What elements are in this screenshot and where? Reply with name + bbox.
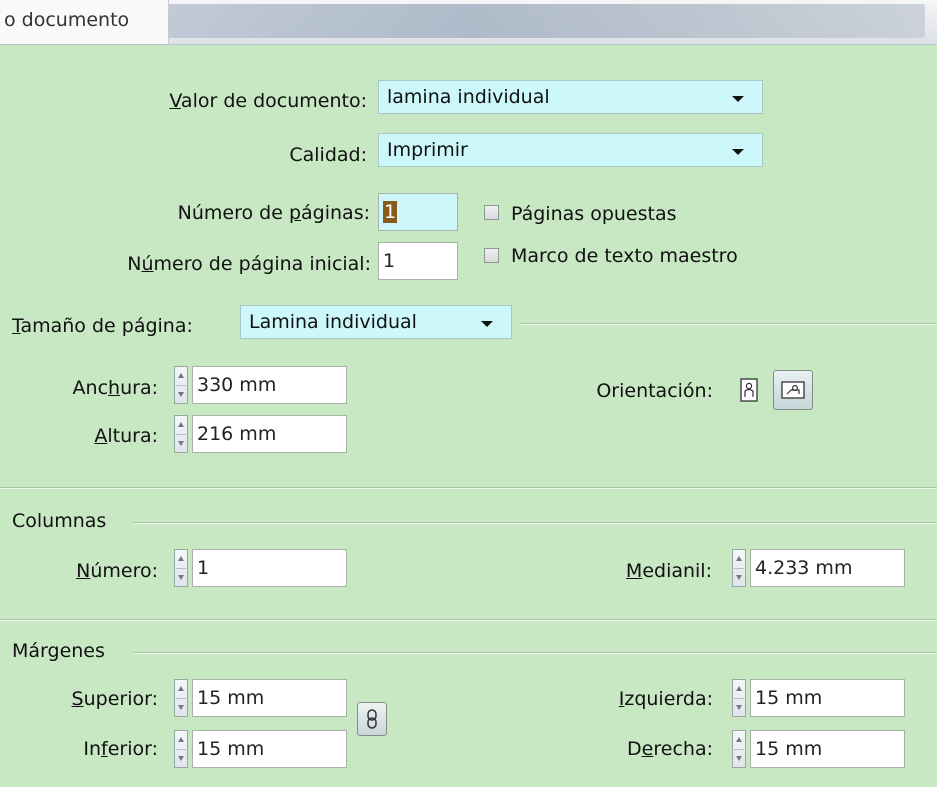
start-page-label-part1: N <box>127 253 142 275</box>
page-size-dropdown[interactable]: Lamina individual <box>240 305 512 339</box>
preset-label-accel: V <box>169 90 181 112</box>
portrait-icon <box>740 378 758 402</box>
chevron-down-icon[interactable] <box>481 321 493 327</box>
gutter-label-rest: edianil: <box>642 560 712 582</box>
quality-value: Imprimir <box>387 139 468 161</box>
columns-divider <box>0 487 937 489</box>
width-input[interactable]: 330 mm <box>192 366 347 404</box>
margin-top-label-rest: uperior: <box>83 688 158 710</box>
chain-link-icon <box>367 709 377 729</box>
margin-bottom-label-accel: f <box>101 738 108 760</box>
columns-number-label: Número: <box>76 560 158 582</box>
width-value: 330 mm <box>197 374 277 396</box>
pages-label-part2: áginas: <box>301 202 370 224</box>
facing-pages-checkbox[interactable] <box>484 205 499 220</box>
columns-section-rule <box>132 522 937 524</box>
margin-top-value: 15 mm <box>197 687 265 709</box>
landscape-button[interactable] <box>773 370 813 410</box>
start-page-input[interactable]: 1 <box>378 242 458 280</box>
columns-section-label: Columnas <box>12 510 107 532</box>
orientation-label: Orientación: <box>596 380 713 402</box>
margin-top-label: Superior: <box>72 688 158 710</box>
link-margins-button[interactable] <box>357 702 387 736</box>
margin-right-label-part1: D <box>627 738 642 760</box>
columns-number-label-accel: N <box>76 560 91 582</box>
margin-right-label: Derecha: <box>627 738 713 760</box>
margin-left-value: 15 mm <box>755 687 823 709</box>
page-size-label-rest: amaño de página: <box>20 315 193 337</box>
margin-bottom-label: Inferior: <box>83 738 158 760</box>
margin-bottom-stepper[interactable] <box>174 730 188 768</box>
height-stepper[interactable] <box>174 415 188 453</box>
gutter-stepper[interactable] <box>732 549 746 587</box>
quality-label: Calidad: <box>289 144 367 166</box>
width-stepper[interactable] <box>174 366 188 404</box>
title-bar-background <box>165 4 925 38</box>
pages-value: 1 <box>383 201 398 223</box>
width-label-part1: Anc <box>72 377 109 399</box>
height-input[interactable]: 216 mm <box>192 415 347 453</box>
preset-dropdown[interactable]: lamina individual <box>378 80 763 114</box>
margin-left-input[interactable]: 15 mm <box>750 679 905 717</box>
margin-top-stepper[interactable] <box>174 679 188 717</box>
width-label-accel: h <box>108 377 121 399</box>
width-label-part2: ura: <box>120 377 158 399</box>
page-size-divider <box>520 323 937 325</box>
height-label: Altura: <box>94 425 158 447</box>
margin-right-value: 15 mm <box>755 738 823 760</box>
preset-value: lamina individual <box>387 86 550 108</box>
margins-section-label: Márgenes <box>12 640 105 662</box>
title-bar: o documento <box>0 0 937 45</box>
columns-number-value: 1 <box>197 557 210 579</box>
pages-label: Número de páginas: <box>178 202 370 224</box>
margin-left-label: Izquierda: <box>619 688 713 710</box>
margin-bottom-label-part1: In <box>83 738 101 760</box>
margin-right-label-accel: e <box>641 738 654 760</box>
margin-right-stepper[interactable] <box>732 730 746 768</box>
margin-bottom-value: 15 mm <box>197 738 265 760</box>
margins-section-rule <box>133 652 937 654</box>
gutter-input[interactable]: 4.233 mm <box>750 549 905 587</box>
preset-label-rest: alor de documento: <box>180 90 367 112</box>
facing-pages-label: Páginas opuestas <box>511 203 677 225</box>
start-page-label: Número de página inicial: <box>127 253 371 275</box>
chevron-down-icon[interactable] <box>732 149 744 155</box>
margin-top-input[interactable]: 15 mm <box>192 679 347 717</box>
gutter-label: Medianil: <box>626 560 712 582</box>
landscape-icon <box>781 381 805 399</box>
height-label-accel: A <box>94 425 108 447</box>
columns-number-stepper[interactable] <box>174 549 188 587</box>
start-page-value: 1 <box>383 250 396 272</box>
height-label-rest: ltura: <box>107 425 158 447</box>
pages-label-part1: Número de <box>177 202 289 224</box>
margin-right-input[interactable]: 15 mm <box>750 730 905 768</box>
gutter-label-accel: M <box>625 560 643 582</box>
start-page-label-part2: mero de página inicial: <box>153 253 371 275</box>
margin-top-label-accel: S <box>71 688 84 710</box>
width-label: Anchura: <box>73 377 158 399</box>
window-title: o documento <box>4 9 130 31</box>
chevron-down-icon[interactable] <box>732 96 744 102</box>
height-value: 216 mm <box>197 423 277 445</box>
columns-number-input[interactable]: 1 <box>192 549 347 587</box>
margin-bottom-input[interactable]: 15 mm <box>192 730 347 768</box>
page-size-value: Lamina individual <box>249 311 417 333</box>
portrait-button[interactable] <box>734 374 764 406</box>
margin-bottom-label-part2: erior: <box>107 738 158 760</box>
page-size-label: Tamaño de página: <box>12 315 193 337</box>
margin-left-stepper[interactable] <box>732 679 746 717</box>
gutter-value: 4.233 mm <box>755 557 853 579</box>
margins-divider <box>0 619 937 621</box>
pages-input[interactable]: 1 <box>378 193 458 231</box>
master-text-label: Marco de texto maestro <box>511 245 738 267</box>
margin-left-label-rest: zquierda: <box>624 688 713 710</box>
columns-number-label-rest: úmero: <box>90 560 158 582</box>
quality-dropdown[interactable]: Imprimir <box>378 133 763 167</box>
margin-right-label-part2: recha: <box>653 738 713 760</box>
master-text-checkbox[interactable] <box>484 248 499 263</box>
pages-label-accel: p <box>288 202 302 224</box>
preset-label: Valor de documento: <box>169 90 367 112</box>
start-page-label-accel: ú <box>141 253 154 275</box>
